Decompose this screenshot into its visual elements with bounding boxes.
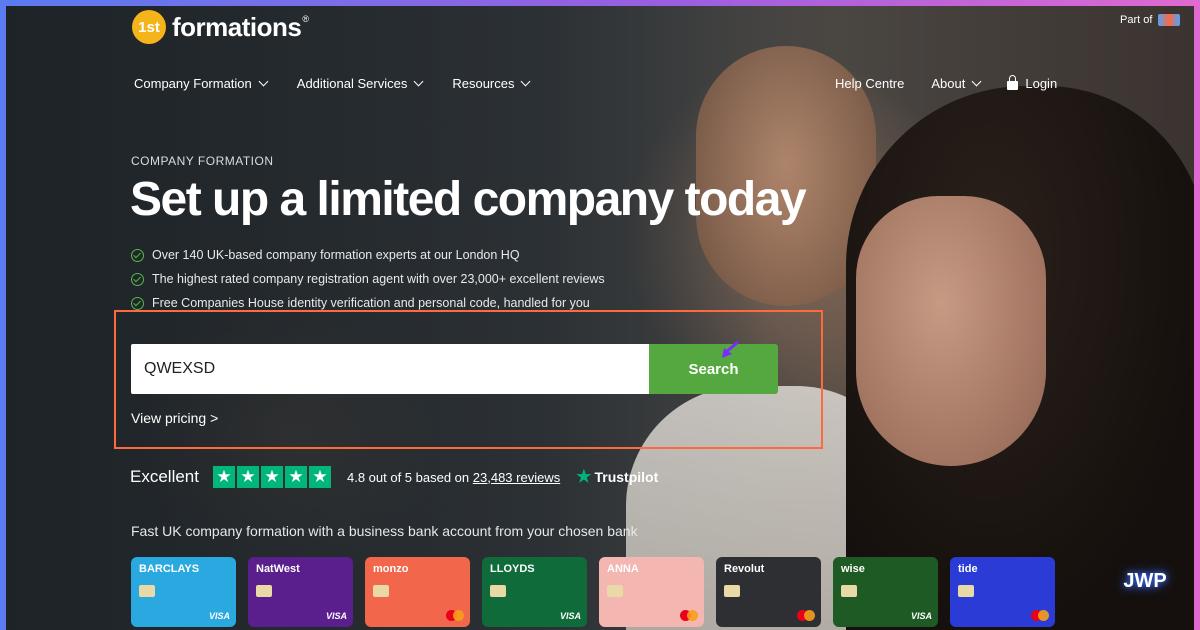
check-circle-icon (131, 248, 144, 262)
logo-badge: 1st (132, 10, 166, 44)
rating-summary-prefix: 4.8 out of 5 based on (346, 469, 470, 485)
bank-card-name: ANNA (607, 563, 639, 575)
rating-label: Excellent (130, 467, 199, 486)
rating-summary: 4.8 out of 5 based on 23,483 reviews (347, 470, 560, 485)
reviews-link[interactable]: 23,483 reviews (473, 470, 560, 485)
star-icon: ★ (260, 466, 283, 488)
card-chip-icon (841, 585, 857, 597)
star-icon: ★ (308, 466, 331, 488)
chevron-down-icon (971, 76, 982, 87)
company-name-search-input[interactable] (131, 344, 649, 394)
nav-label: About (931, 76, 966, 91)
chevron-down-icon (258, 76, 269, 87)
trustpilot-rating[interactable]: Excellent ★ ★ ★ ★ ★ 4.8 out of 5 based o… (130, 466, 658, 488)
bank-card-name: tide (958, 563, 978, 575)
hero-photo-woman-face (856, 196, 1046, 466)
hero-eyebrow: COMPANY FORMATION (131, 154, 274, 168)
list-item: Over 140 UK-based company formation expe… (131, 243, 605, 267)
parent-brand-logo-icon (1158, 14, 1181, 26)
star-icon: ★ (212, 466, 235, 488)
mastercard-icon (1031, 610, 1049, 621)
bank-caption: Fast UK company formation with a busines… (131, 523, 638, 539)
site-logo[interactable]: 1st formations ® (132, 10, 309, 44)
nav-company-formation[interactable]: Company Formation (134, 76, 269, 91)
mastercard-icon (797, 610, 815, 621)
bank-card[interactable]: tide (950, 557, 1055, 627)
watermark-logo: JWP (1123, 569, 1167, 592)
bank-card-name: BARCLAYS (139, 563, 200, 575)
chevron-down-icon (521, 76, 531, 87)
benefit-text: The highest rated company registration a… (152, 272, 605, 286)
check-circle-icon (131, 272, 144, 286)
benefit-text: Free Companies House identity verificati… (152, 296, 590, 310)
bank-card[interactable]: ANNA (599, 557, 704, 627)
lock-icon (1007, 75, 1019, 90)
card-chip-icon (373, 585, 389, 597)
bank-card-name: NatWest (256, 563, 300, 575)
nav-help-centre[interactable]: Help Centre (835, 76, 904, 91)
bank-card-name: wise (841, 563, 865, 575)
trustpilot-star-icon: ★ (576, 467, 592, 486)
card-chip-icon (724, 585, 740, 597)
star-icon: ★ (236, 466, 259, 488)
bank-card[interactable]: monzo (365, 557, 470, 627)
rating-stars: ★ ★ ★ ★ ★ (212, 466, 333, 488)
page-title: Set up a limited company today (130, 173, 807, 226)
bank-card-name: LLOYDS (490, 563, 535, 575)
bank-card[interactable]: BARCLAYS VISA (131, 557, 236, 627)
nav-label: Company Formation (134, 76, 252, 91)
nav-additional-services[interactable]: Additional Services (296, 76, 424, 91)
visa-logo: VISA (910, 611, 932, 621)
mastercard-icon (446, 610, 464, 621)
bank-card[interactable]: Revolut (716, 557, 821, 627)
secondary-nav: Help Centre About Login (835, 75, 1087, 91)
pointer-arrow-icon (722, 340, 739, 358)
trustpilot-wordmark: Trustpilot (594, 469, 659, 485)
nav-login[interactable]: Login (1007, 75, 1058, 91)
check-circle-icon (131, 296, 144, 310)
card-chip-icon (256, 585, 272, 597)
bank-card[interactable]: LLOYDS VISA (482, 557, 587, 627)
view-pricing-link[interactable]: View pricing > (131, 410, 218, 426)
nav-label: Resources (452, 76, 515, 91)
benefit-list: Over 140 UK-based company formation expe… (131, 243, 605, 315)
star-icon: ★ (284, 466, 307, 488)
card-chip-icon (958, 585, 974, 597)
visa-logo: VISA (325, 611, 347, 621)
search-button[interactable]: Search (649, 344, 778, 394)
benefit-text: Over 140 UK-based company formation expe… (152, 248, 520, 262)
bank-card[interactable]: wise VISA (833, 557, 938, 627)
nav-label: Help Centre (835, 76, 905, 91)
visa-logo: VISA (559, 611, 581, 621)
trustpilot-logo: ★ Trustpilot (576, 467, 658, 487)
nav-label: Login (1025, 76, 1058, 91)
card-chip-icon (139, 585, 155, 597)
mastercard-icon (680, 610, 698, 621)
part-of-badge[interactable]: Part of (1120, 14, 1181, 26)
bank-card-name: Revolut (724, 563, 765, 575)
card-chip-icon (490, 585, 506, 597)
bank-card[interactable]: NatWest VISA (248, 557, 353, 627)
logo-text: formations (172, 11, 302, 42)
nav-resources[interactable]: Resources (452, 76, 531, 91)
visa-logo: VISA (208, 611, 230, 621)
main-nav: Company Formation Additional Services Re… (134, 76, 559, 91)
bank-card-list: BARCLAYS VISA NatWest VISA monzo LLOYDS VISA AN… (131, 557, 1067, 627)
nav-about[interactable]: About (931, 76, 982, 91)
chevron-down-icon (413, 76, 424, 87)
nav-label: Additional Services (296, 76, 408, 91)
bank-card-name: monzo (373, 563, 409, 575)
logo-registered-mark: ® (302, 14, 309, 24)
part-of-label: Part of (1120, 14, 1153, 26)
card-chip-icon (607, 585, 623, 597)
list-item: The highest rated company registration a… (131, 267, 605, 291)
